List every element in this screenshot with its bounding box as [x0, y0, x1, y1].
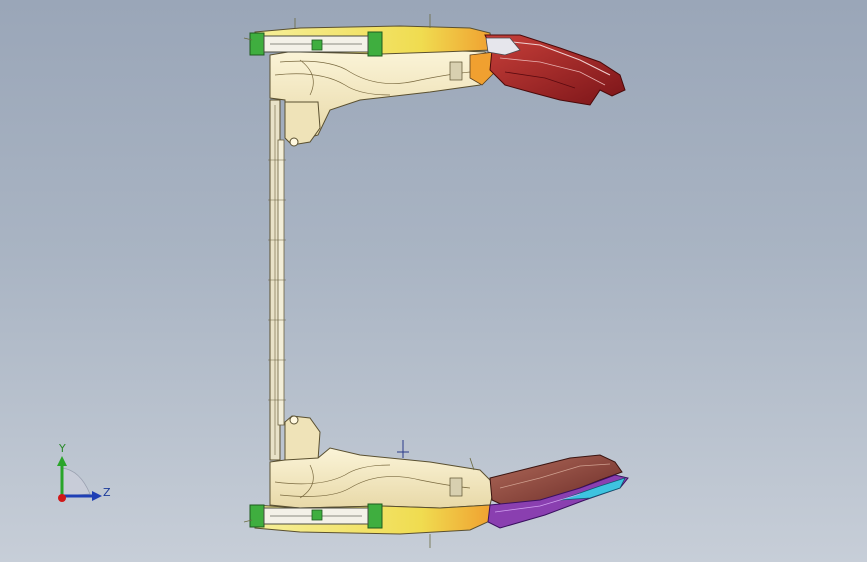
x-axis-origin-icon	[58, 494, 66, 502]
triad-y-label: Y	[59, 442, 66, 455]
graphics-viewport[interactable]: Y Z	[0, 0, 867, 562]
cad-assembly-icon[interactable]	[0, 0, 867, 562]
triad-z-label: Z	[103, 486, 111, 499]
frame-rail	[268, 99, 286, 461]
bottom-arm	[243, 415, 629, 548]
coordinate-triad-icon	[57, 456, 102, 502]
top-arm	[243, 14, 626, 147]
